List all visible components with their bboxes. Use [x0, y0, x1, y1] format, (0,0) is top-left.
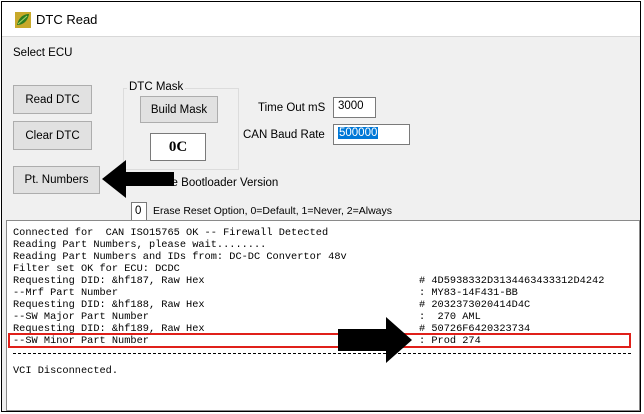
- log-line: Reading Part Numbers and IDs from: DC-DC…: [13, 251, 347, 263]
- log-value: # 2032373020414D4C: [419, 299, 531, 311]
- can-baud-label: CAN Baud Rate: [243, 129, 325, 141]
- dtc-mask-value[interactable]: 0C: [150, 133, 206, 161]
- client-area: Select ECU Read DTC Clear DTC DTC Mask B…: [2, 36, 640, 411]
- log-value: # 50726F6420323734: [419, 323, 531, 335]
- ecu-leaf-icon: [15, 12, 31, 28]
- log-value: : Prod 274: [419, 335, 481, 347]
- erase-option-input[interactable]: 0: [131, 202, 147, 221]
- clear-dtc-button[interactable]: Clear DTC: [13, 121, 92, 150]
- log-value: : 270 AML: [419, 311, 481, 323]
- dtc-mask-group-label: DTC Mask: [127, 81, 186, 93]
- log-line: Connected for CAN ISO15765 OK -- Firewal…: [13, 227, 329, 239]
- log-line: --SW Minor Part Number: [13, 335, 149, 347]
- timeout-label: Time Out mS: [258, 102, 326, 114]
- log-separator: [13, 353, 631, 354]
- title-bar: DTC Read: [2, 2, 640, 36]
- log-output[interactable]: Connected for CAN ISO15765 OK -- Firewal…: [6, 220, 640, 411]
- pt-numbers-button[interactable]: Pt. Numbers: [13, 166, 100, 194]
- log-line: --Mrf Part Number: [13, 287, 119, 299]
- erase-option-label: Erase Reset Option, 0=Default, 1=Never, …: [153, 205, 393, 217]
- log-line: Requesting DID: &hf189, Raw Hex: [13, 323, 205, 335]
- log-line: --SW Major Part Number: [13, 311, 149, 323]
- log-line: Reading Part Numbers, please wait.......…: [13, 239, 267, 251]
- log-value: # 4D5938332D3134463433312D4242: [419, 275, 605, 287]
- log-line: Requesting DID: &hf188, Raw Hex: [13, 299, 205, 311]
- can-baud-value: 500000: [338, 127, 379, 139]
- log-line: Filter set OK for ECU: DCDC: [13, 263, 180, 275]
- bootloader-version-label: le Bootloader Version: [169, 177, 279, 189]
- can-baud-input[interactable]: 500000: [333, 124, 410, 145]
- build-mask-button[interactable]: Build Mask: [140, 96, 218, 123]
- log-line: Requesting DID: &hf187, Raw Hex: [13, 275, 205, 287]
- window-title: DTC Read: [36, 12, 98, 27]
- dtc-read-window: DTC Read Select ECU Read DTC Clear DTC D…: [1, 1, 641, 412]
- timeout-input[interactable]: 3000: [333, 97, 376, 118]
- log-value: : MY83-14F431-BB: [419, 287, 518, 299]
- read-dtc-button[interactable]: Read DTC: [13, 85, 92, 114]
- log-footer: VCI Disconnected.: [13, 365, 119, 377]
- select-ecu-label[interactable]: Select ECU: [13, 47, 72, 59]
